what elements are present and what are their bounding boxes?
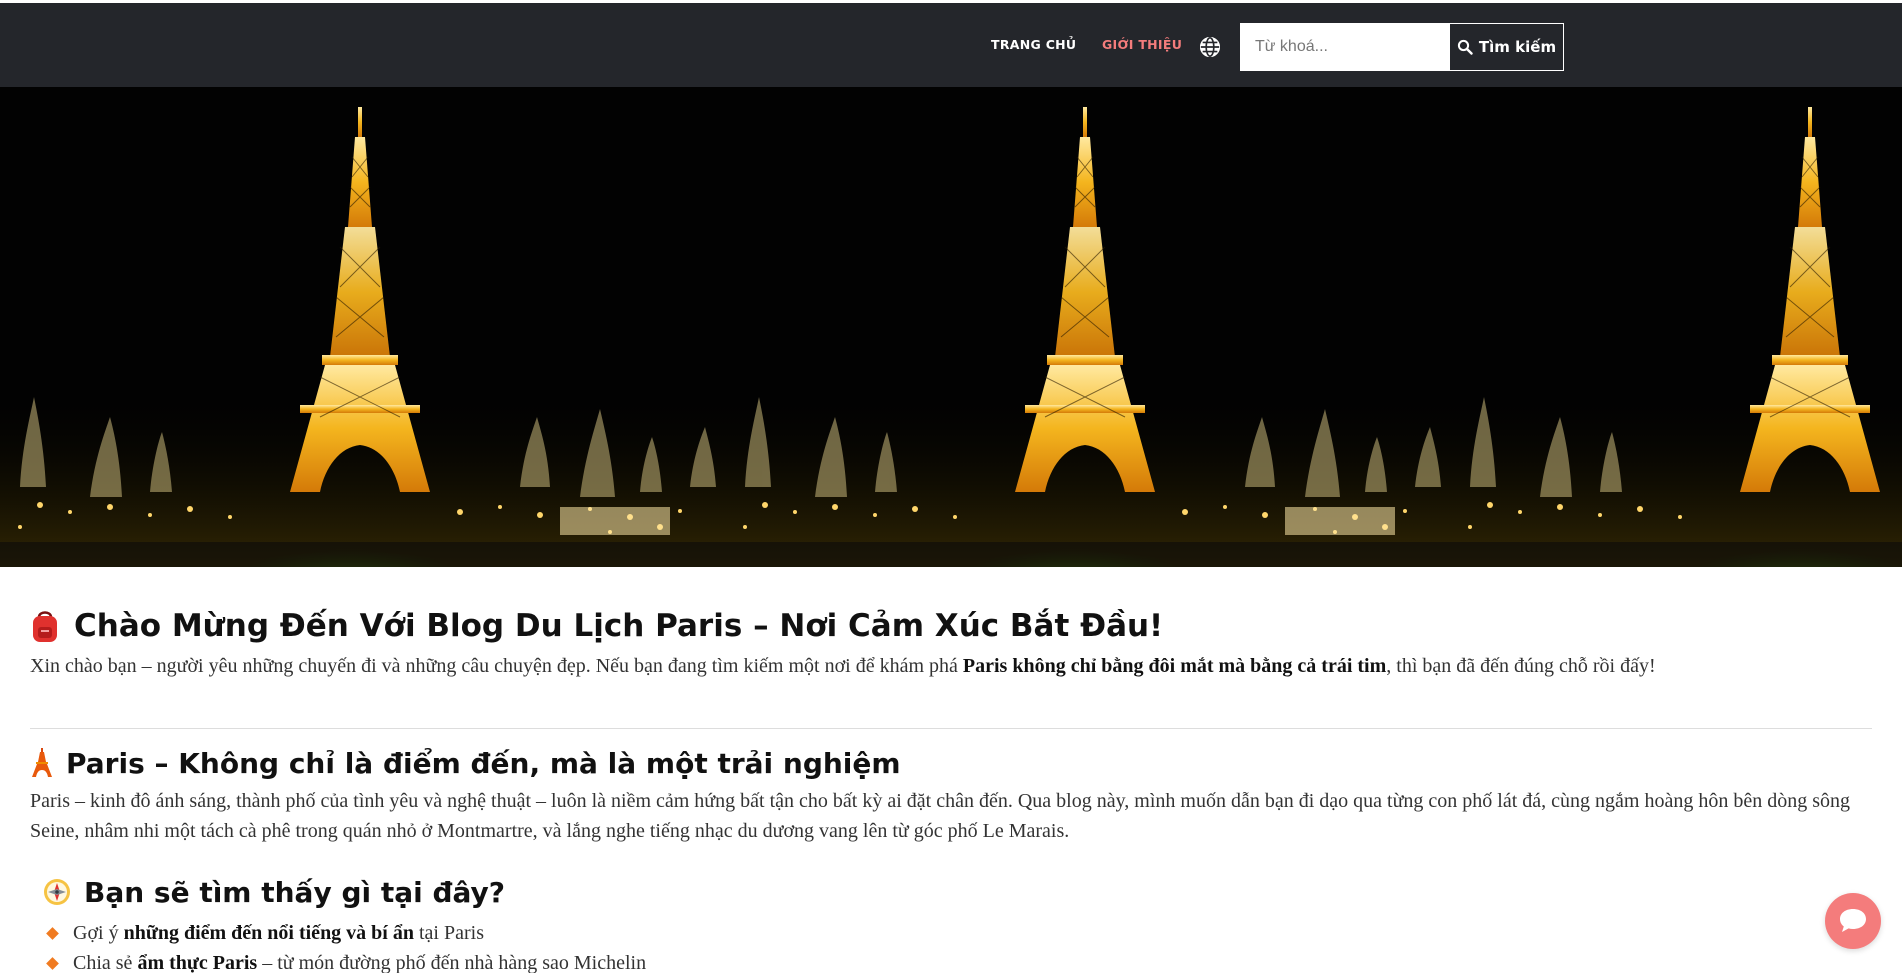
intro-text-bold: Paris không chỉ bằng đôi mắt mà bằng cả … xyxy=(962,655,1387,677)
list-item-text-bold: những điểm đến nổi tiếng và bí ẩn xyxy=(123,922,414,944)
list-item-text-end: – từ món đường phố đến nhà hàng sao Mich… xyxy=(257,952,647,973)
paris-experience-heading: Paris – Không chỉ là điểm đến, mà là một… xyxy=(30,741,901,785)
hero-image xyxy=(0,87,1902,567)
globe-icon[interactable] xyxy=(1199,36,1221,58)
compass-icon xyxy=(44,879,70,905)
search-input[interactable] xyxy=(1241,24,1450,70)
search-form: Tìm kiếm xyxy=(1240,23,1564,71)
what-you-find-heading: Bạn sẽ tìm thấy gì tại đây? xyxy=(42,870,505,914)
intro-paragraph: Xin chào bạn – người yêu những chuyến đi… xyxy=(30,652,1872,681)
eiffel-tower-icon xyxy=(32,748,52,777)
nav-about-link[interactable]: GIỚI THIỆU xyxy=(1102,37,1182,52)
search-button-label: Tìm kiếm xyxy=(1478,38,1557,56)
features-list: Gợi ý những điểm đến nổi tiếng và bí ẩn … xyxy=(46,918,1848,973)
welcome-heading-text: Chào Mừng Đến Với Blog Du Lịch Paris – N… xyxy=(74,608,1164,644)
what-you-find-heading-text: Bạn sẽ tìm thấy gì tại đây? xyxy=(84,875,506,909)
intro-text-start: Xin chào bạn – người yêu những chuyến đi… xyxy=(30,655,963,677)
hero-banner xyxy=(0,87,1902,567)
bullet-diamond-icon xyxy=(46,957,59,970)
search-button[interactable]: Tìm kiếm xyxy=(1450,24,1563,70)
chat-widget-button[interactable] xyxy=(1825,893,1881,949)
list-item: Gợi ý những điểm đến nổi tiếng và bí ẩn … xyxy=(46,918,1848,948)
nav-home-link[interactable]: TRANG CHỦ xyxy=(991,37,1076,52)
paris-experience-paragraph: Paris – kinh đô ánh sáng, thành phố của … xyxy=(30,790,1850,842)
section-divider xyxy=(30,728,1872,729)
welcome-heading: Chào Mừng Đến Với Blog Du Lịch Paris – N… xyxy=(30,600,1163,652)
list-item-text-start: Gợi ý xyxy=(73,922,124,944)
main-nav: TRANG CHỦ GIỚI THIỆU Tìm kiếm xyxy=(0,3,1902,87)
bullet-diamond-icon xyxy=(46,927,59,940)
list-item-text-bold: ẩm thực Paris xyxy=(137,952,258,973)
search-icon xyxy=(1457,39,1473,55)
list-item: Chia sẻ ẩm thực Paris – từ món đường phố… xyxy=(46,948,1848,973)
list-item-text-end: tại Paris xyxy=(414,922,484,944)
chat-bubble-icon xyxy=(1840,909,1866,932)
paris-experience-heading-text: Paris – Không chỉ là điểm đến, mà là một… xyxy=(66,746,901,780)
intro-text-end: , thì bạn đã đến đúng chỗ rồi đấy! xyxy=(1386,655,1656,677)
backpack-icon xyxy=(33,611,57,642)
site-header: TRANG CHỦ GIỚI THIỆU Tìm kiếm xyxy=(0,0,1902,87)
list-item-text-start: Chia sẻ xyxy=(73,952,138,973)
